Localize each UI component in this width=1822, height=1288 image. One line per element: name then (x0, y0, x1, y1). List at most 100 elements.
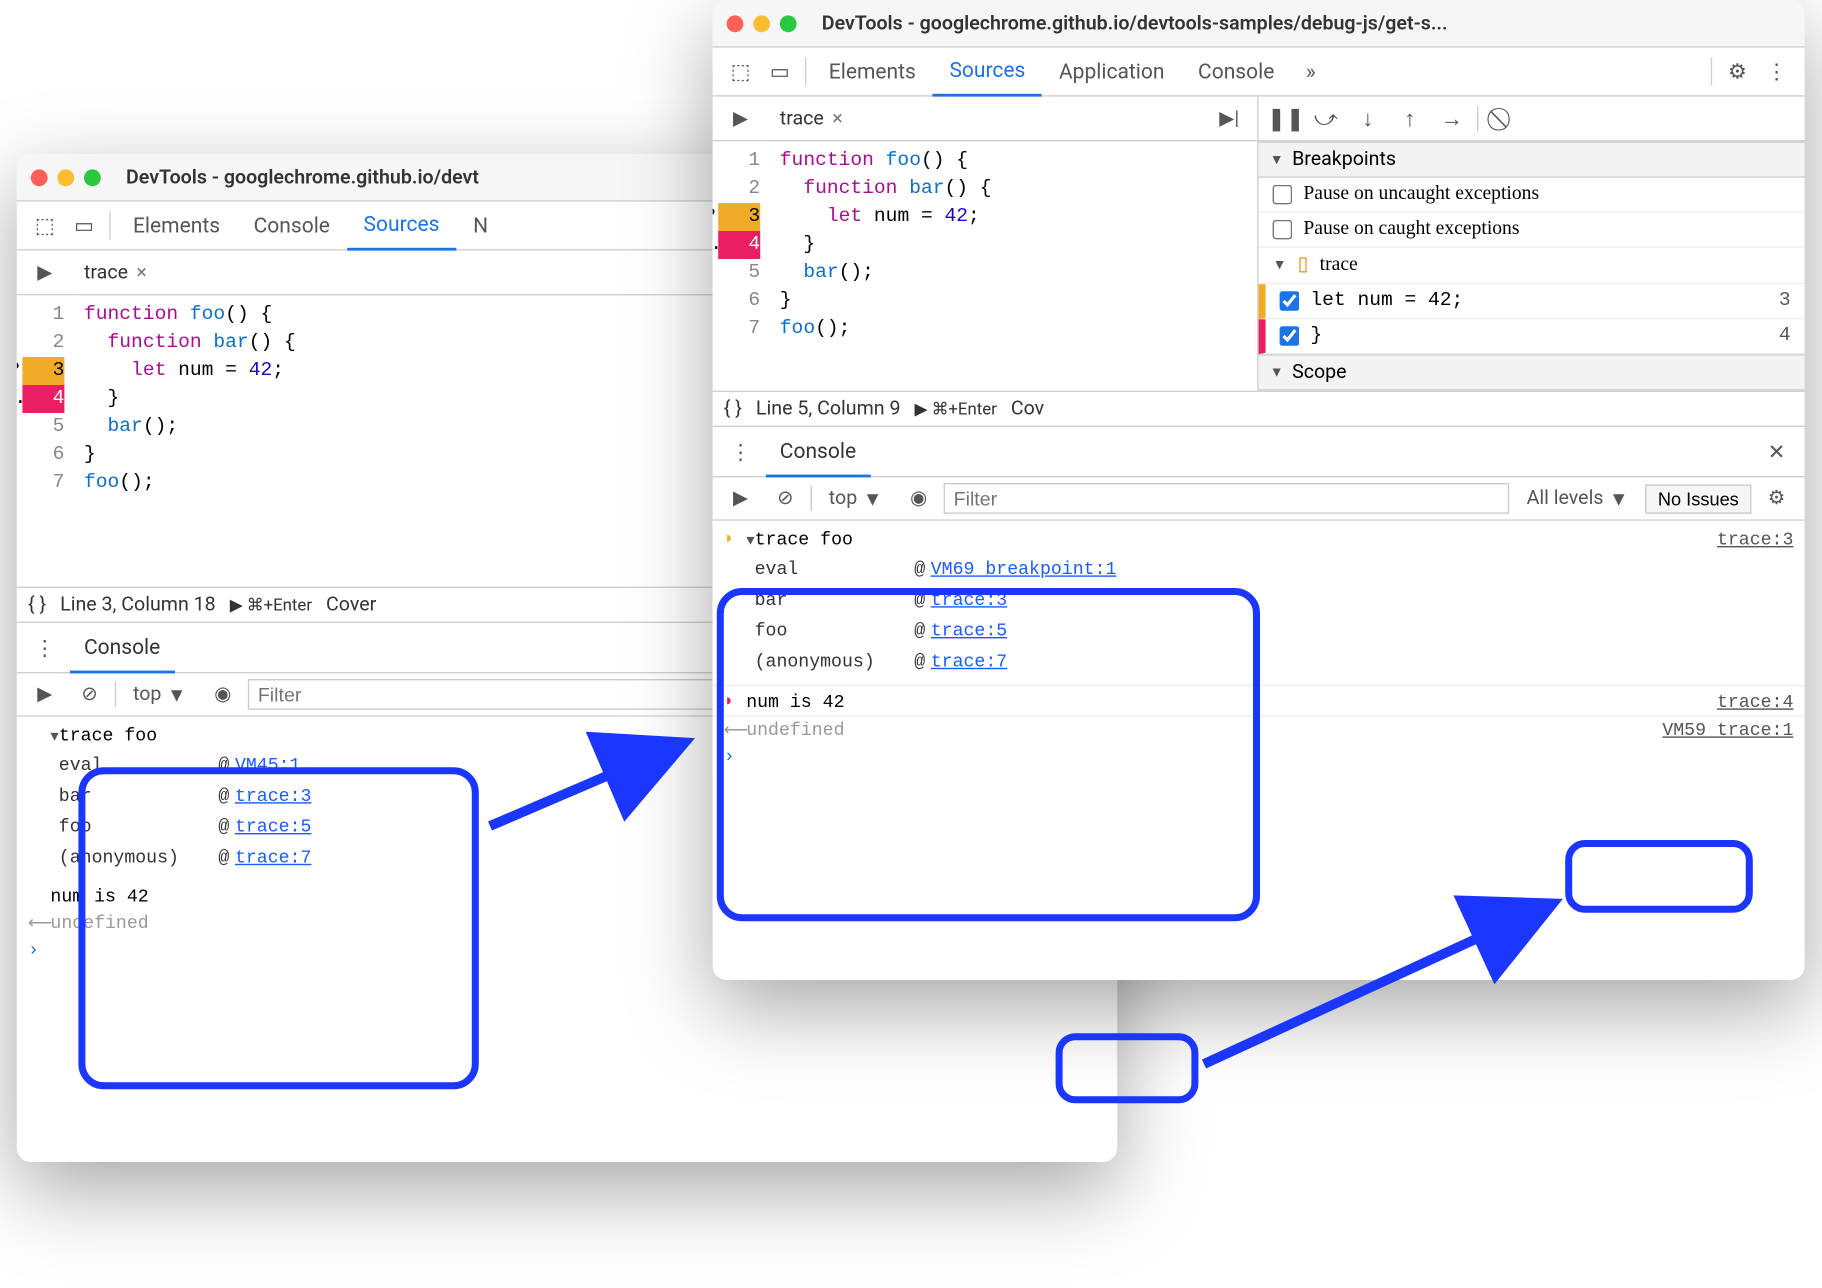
show-sidebar-icon[interactable]: ▶ (25, 675, 64, 714)
step-into-icon[interactable]: ↓ (1351, 104, 1385, 132)
log-message: num is 42 (746, 692, 1717, 713)
pretty-print-icon[interactable]: { } (724, 398, 742, 420)
settings-icon[interactable]: ⚙ (1718, 52, 1757, 91)
code-body[interactable]: function foo() { function bar() { let nu… (771, 141, 1000, 348)
tab-sources[interactable]: Sources (347, 201, 457, 250)
tab-sources[interactable]: Sources (933, 47, 1043, 96)
maximize-icon[interactable] (780, 15, 797, 32)
file-tab[interactable]: trace × (73, 261, 158, 283)
stack-link[interactable]: trace:3 (931, 589, 1007, 610)
titlebar[interactable]: DevTools - googlechrome.github.io/devtoo… (713, 0, 1805, 48)
tab-elements[interactable]: Elements (116, 201, 237, 250)
more-tabs-icon[interactable]: ▶| (1210, 99, 1249, 138)
drawer-menu-icon[interactable]: ⋮ (25, 628, 64, 667)
editor-toolbar: ▶ trace × ▶| (713, 97, 1258, 142)
breakpoint-group[interactable]: ▼▯trace (1259, 248, 1805, 284)
devtools-window-2: DevTools - googlechrome.github.io/devtoo… (713, 0, 1805, 980)
console-tab[interactable]: Console (766, 426, 870, 476)
live-expression-icon[interactable]: ◉ (203, 675, 242, 714)
pretty-print-icon[interactable]: { } (28, 594, 46, 616)
log-source-link[interactable]: VM59 trace:1 (1662, 720, 1793, 741)
breakpoint-item[interactable]: }4 (1259, 319, 1805, 354)
inspect-icon[interactable]: ⬚ (721, 52, 760, 91)
pause-caught-checkbox[interactable]: Pause on caught exceptions (1259, 213, 1805, 248)
tab-more[interactable]: N (456, 201, 505, 250)
console-drawer-tabs: ⋮ Console ✕ (713, 426, 1805, 476)
code-body[interactable]: function foo() { function bar() { let nu… (76, 295, 305, 502)
close-drawer-icon[interactable]: ✕ (1757, 432, 1796, 471)
filter-input[interactable] (944, 483, 1510, 514)
issues-button[interactable]: No Issues (1645, 484, 1751, 513)
stack-link[interactable]: trace:7 (931, 650, 1007, 671)
breakpoints-section[interactable]: ▼Breakpoints (1259, 141, 1805, 177)
close-icon[interactable] (31, 169, 48, 186)
stack-fn: (anonymous) (59, 846, 213, 867)
run-snippet[interactable]: ▶ ⌘+Enter (914, 399, 996, 419)
stack-link[interactable]: trace:7 (235, 846, 311, 867)
maximize-icon[interactable] (84, 169, 101, 186)
line-gutter[interactable]: 1234567 (17, 295, 76, 502)
annotation-arrow (1204, 896, 1568, 1084)
return-value: undefined (746, 720, 1662, 741)
breakpoint-item[interactable]: let num = 42;3 (1259, 284, 1805, 319)
close-tab-icon[interactable]: × (136, 261, 146, 283)
console-settings-icon[interactable]: ⚙ (1757, 479, 1796, 518)
pause-uncaught-checkbox[interactable]: Pause on uncaught exceptions (1259, 178, 1805, 213)
stack-link[interactable]: trace:5 (931, 620, 1007, 641)
window-title: DevTools - googlechrome.github.io/devt (126, 166, 479, 188)
stack-link[interactable]: VM45:1 (235, 754, 301, 775)
log-source-link[interactable]: trace:4 (1717, 692, 1793, 713)
live-expression-icon[interactable]: ◉ (899, 479, 938, 518)
step-icon[interactable]: → (1435, 104, 1469, 132)
code-editor[interactable]: 1234567 function foo() { function bar() … (713, 141, 1258, 348)
tab-application[interactable]: Application (1042, 47, 1181, 96)
tab-console[interactable]: Console (237, 201, 347, 250)
drawer-menu-icon[interactable]: ⋮ (721, 432, 760, 471)
stack-fn: eval (755, 558, 909, 579)
stack-link[interactable]: trace:5 (235, 816, 311, 837)
panel-tabs: ⬚ ▭ Elements Sources Application Console… (713, 48, 1805, 97)
return-icon: ⟵ (724, 720, 746, 741)
console-prompt[interactable]: › (713, 743, 1805, 770)
console-tab[interactable]: Console (70, 622, 174, 672)
show-navigator-icon[interactable]: ▶ (25, 253, 64, 292)
stack-fn: (anonymous) (755, 650, 909, 671)
close-tab-icon[interactable]: × (832, 107, 842, 129)
stack-fn: foo (755, 620, 909, 641)
minimize-icon[interactable] (57, 169, 74, 186)
log-source-link[interactable]: trace:3 (1717, 529, 1793, 550)
stack-link[interactable]: trace:3 (235, 785, 311, 806)
step-over-icon[interactable]: ⤻ (1309, 104, 1343, 132)
pause-icon[interactable]: ❚❚ (1267, 105, 1301, 132)
close-icon[interactable] (727, 15, 744, 32)
console-output[interactable]: ◗▼trace footrace:3 eval@ VM69 breakpoint… (713, 521, 1805, 776)
tab-elements[interactable]: Elements (812, 47, 933, 96)
show-navigator-icon[interactable]: ▶ (721, 99, 760, 138)
clear-console-icon[interactable]: ⊘ (766, 479, 805, 518)
more-tabs-icon[interactable]: » (1291, 52, 1330, 91)
context-selector[interactable]: top ▼ (818, 484, 894, 513)
warning-icon: ◗ (724, 529, 746, 549)
stack-link[interactable]: VM69 breakpoint:1 (931, 558, 1117, 579)
tab-console[interactable]: Console (1181, 47, 1291, 96)
show-sidebar-icon[interactable]: ▶ (721, 479, 760, 518)
line-gutter[interactable]: 1234567 (713, 141, 772, 348)
step-out-icon[interactable]: ↑ (1393, 104, 1427, 132)
device-icon[interactable]: ▭ (64, 206, 103, 245)
cursor-position: Line 5, Column 9 (756, 398, 901, 420)
minimize-icon[interactable] (753, 15, 770, 32)
debugger-sidebar: ❚❚ ⤻ ↓ ↑ → ⃠ ▼Breakpoints Pause on uncau… (1259, 97, 1805, 391)
clear-console-icon[interactable]: ⊘ (70, 675, 109, 714)
inspect-icon[interactable]: ⬚ (25, 206, 64, 245)
kebab-icon[interactable]: ⋮ (1757, 52, 1796, 91)
run-snippet[interactable]: ▶ ⌘+Enter (230, 595, 312, 615)
coverage-label[interactable]: Cov (1011, 398, 1044, 420)
scope-section[interactable]: ▼Scope (1259, 354, 1805, 390)
device-icon[interactable]: ▭ (760, 52, 799, 91)
context-selector[interactable]: top ▼ (122, 680, 198, 709)
log-levels[interactable]: All levels ▼ (1515, 484, 1639, 513)
deactivate-breakpoints-icon[interactable]: ⃠ (1487, 104, 1521, 132)
file-tab[interactable]: trace × (769, 107, 854, 129)
window-title: DevTools - googlechrome.github.io/devtoo… (822, 12, 1448, 34)
coverage-label[interactable]: Cover (326, 594, 376, 616)
